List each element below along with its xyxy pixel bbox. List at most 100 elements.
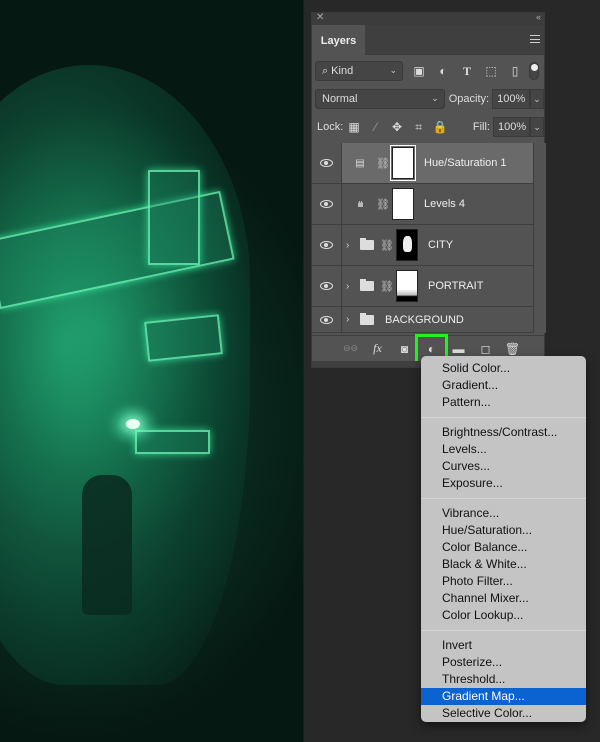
folder-icon [360, 312, 374, 325]
filter-kind-dropdown[interactable]: ⌕ Kind ⌄ [315, 61, 403, 81]
link-chain-icon[interactable]: ⛓ [376, 157, 390, 170]
menu-item-pattern[interactable]: Pattern... [421, 394, 586, 411]
chevron-right-icon[interactable]: › [346, 281, 356, 292]
fx-icon[interactable]: fx [364, 341, 391, 356]
panel-titlebar[interactable]: ✕ ‹‹ [312, 12, 544, 25]
menu-item-solid-color[interactable]: Solid Color... [421, 360, 586, 377]
visibility-toggle[interactable] [312, 184, 342, 224]
link-chain-icon[interactable]: ⛓ [380, 280, 394, 293]
neon-sign [148, 170, 200, 265]
visibility-toggle[interactable] [312, 225, 342, 265]
eye-icon [320, 241, 333, 249]
menu-item-exposure[interactable]: Exposure... [421, 475, 586, 492]
menu-item-hue-saturation[interactable]: Hue/Saturation... [421, 522, 586, 539]
menu-item-brightness-contrast[interactable]: Brightness/Contrast... [421, 424, 586, 441]
chevron-right-icon[interactable]: › [346, 314, 356, 325]
new-group-icon[interactable]: ▬ [445, 342, 472, 356]
lock-pixels-icon[interactable]: ⁄ [365, 120, 387, 134]
eye-icon [320, 315, 333, 324]
menu-item-selective-color[interactable]: Selective Color... [421, 705, 586, 722]
layer-name[interactable]: BACKGROUND [385, 314, 464, 326]
blend-mode-value: Normal [322, 93, 358, 105]
opacity-input[interactable]: 100% [492, 89, 531, 109]
layer-row-background[interactable]: › BACKGROUND [312, 307, 533, 333]
layers-panel: ✕ ‹‹ Layers ⌕ Kind ⌄ ▣ ◐ T ⬚ ▯ Normal ⌄ … [311, 12, 546, 368]
layer-name[interactable]: CITY [428, 239, 453, 251]
canvas-divider [303, 0, 304, 742]
panel-menu-icon[interactable] [530, 35, 540, 43]
tab-layers[interactable]: Layers [312, 25, 365, 56]
adjustment-menu: Solid Color... Gradient... Pattern... Br… [421, 356, 586, 722]
link-chain-icon[interactable]: ⛓ [376, 198, 390, 211]
opacity-label: Opacity: [448, 93, 490, 105]
link-layers-icon[interactable]: ⊖⊖ [337, 343, 364, 354]
menu-item-channel-mixer[interactable]: Channel Mixer... [421, 590, 586, 607]
close-icon[interactable]: ✕ [316, 12, 324, 23]
levels-adjustment-icon: ılılı [357, 199, 363, 209]
menu-item-threshold[interactable]: Threshold... [421, 671, 586, 688]
layer-row-portrait[interactable]: › ⛓ PORTRAIT [312, 266, 533, 307]
menu-item-photo-filter[interactable]: Photo Filter... [421, 573, 586, 590]
layer-mask-thumbnail[interactable] [392, 188, 414, 220]
menu-separator [421, 417, 586, 418]
layer-row-hue-saturation[interactable]: ▤ ⛓ Hue/Saturation 1 [312, 143, 533, 184]
menu-item-invert[interactable]: Invert [421, 637, 586, 654]
layer-name[interactable]: PORTRAIT [428, 280, 483, 292]
chevron-right-icon[interactable]: › [346, 240, 356, 251]
opacity-chevron[interactable]: ⌄ [530, 89, 544, 109]
collapse-icon[interactable]: ‹‹ [536, 12, 541, 22]
menu-item-gradient-map[interactable]: Gradient Map... [421, 688, 586, 705]
eye-icon [320, 282, 333, 290]
menu-item-vibrance[interactable]: Vibrance... [421, 505, 586, 522]
lock-row: Lock: ▦ ⁄ ✥ ⌗ 🔒 Fill: 100% ⌄ [317, 117, 545, 137]
visibility-toggle[interactable] [312, 266, 342, 306]
menu-item-posterize[interactable]: Posterize... [421, 654, 586, 671]
menu-item-color-balance[interactable]: Color Balance... [421, 539, 586, 556]
layer-row-levels[interactable]: ılılı ⛓ Levels 4 [312, 184, 533, 225]
add-mask-icon[interactable]: ◙ [391, 342, 418, 356]
menu-item-curves[interactable]: Curves... [421, 458, 586, 475]
filter-kind-label: Kind [331, 65, 354, 77]
layer-name[interactable]: Levels 4 [424, 198, 465, 210]
menu-item-color-lookup[interactable]: Color Lookup... [421, 607, 586, 624]
folder-icon [360, 238, 374, 250]
layer-mask-thumbnail[interactable] [396, 229, 418, 261]
layer-row-city[interactable]: › ⛓ CITY [312, 225, 533, 266]
blend-mode-dropdown[interactable]: Normal ⌄ [315, 89, 445, 109]
layers-scrollbar[interactable] [533, 143, 546, 333]
fill-input[interactable]: 100% [492, 117, 531, 137]
layer-mask-thumbnail[interactable] [396, 270, 418, 302]
folder-icon [360, 279, 374, 291]
fill-chevron[interactable]: ⌄ [530, 117, 545, 137]
panel-tabbar: Layers [312, 25, 544, 56]
menu-item-black-white[interactable]: Black & White... [421, 556, 586, 573]
menu-item-gradient[interactable]: Gradient... [421, 377, 586, 394]
smart-object-filter-icon[interactable]: ▯ [503, 64, 527, 78]
link-chain-icon[interactable]: ⛓ [380, 239, 394, 252]
new-layer-icon[interactable]: ◻ [472, 342, 499, 356]
menu-separator [421, 498, 586, 499]
menu-item-levels[interactable]: Levels... [421, 441, 586, 458]
visibility-toggle[interactable] [312, 307, 342, 332]
blend-row: Normal ⌄ Opacity: 100% ⌄ [315, 89, 544, 109]
layer-name[interactable]: Hue/Saturation 1 [424, 157, 507, 169]
lock-transparency-icon[interactable]: ▦ [343, 120, 365, 134]
adjustment-filter-icon[interactable]: ◐ [431, 64, 455, 78]
eye-icon [320, 159, 333, 167]
delete-icon[interactable]: 🗑 [499, 342, 526, 356]
hue-saturation-adjustment-icon: ▤ [355, 157, 365, 169]
lock-artboard-icon[interactable]: ⌗ [408, 120, 430, 135]
chevron-down-icon: ⌄ [389, 65, 397, 75]
visibility-toggle[interactable] [312, 143, 342, 183]
chevron-down-icon: ⌄ [431, 93, 439, 103]
lock-position-icon[interactable]: ✥ [386, 120, 408, 134]
image-filter-icon[interactable]: ▣ [407, 64, 431, 78]
filter-toggle[interactable] [529, 62, 539, 80]
shape-filter-icon[interactable]: ⬚ [479, 64, 503, 78]
filter-row: ⌕ Kind ⌄ ▣ ◐ T ⬚ ▯ [315, 61, 544, 81]
person-figure [82, 475, 132, 615]
document-canvas[interactable] [0, 0, 303, 742]
lock-all-icon[interactable]: 🔒 [429, 120, 451, 134]
layer-mask-thumbnail[interactable] [390, 145, 416, 181]
type-filter-icon[interactable]: T [455, 64, 479, 79]
